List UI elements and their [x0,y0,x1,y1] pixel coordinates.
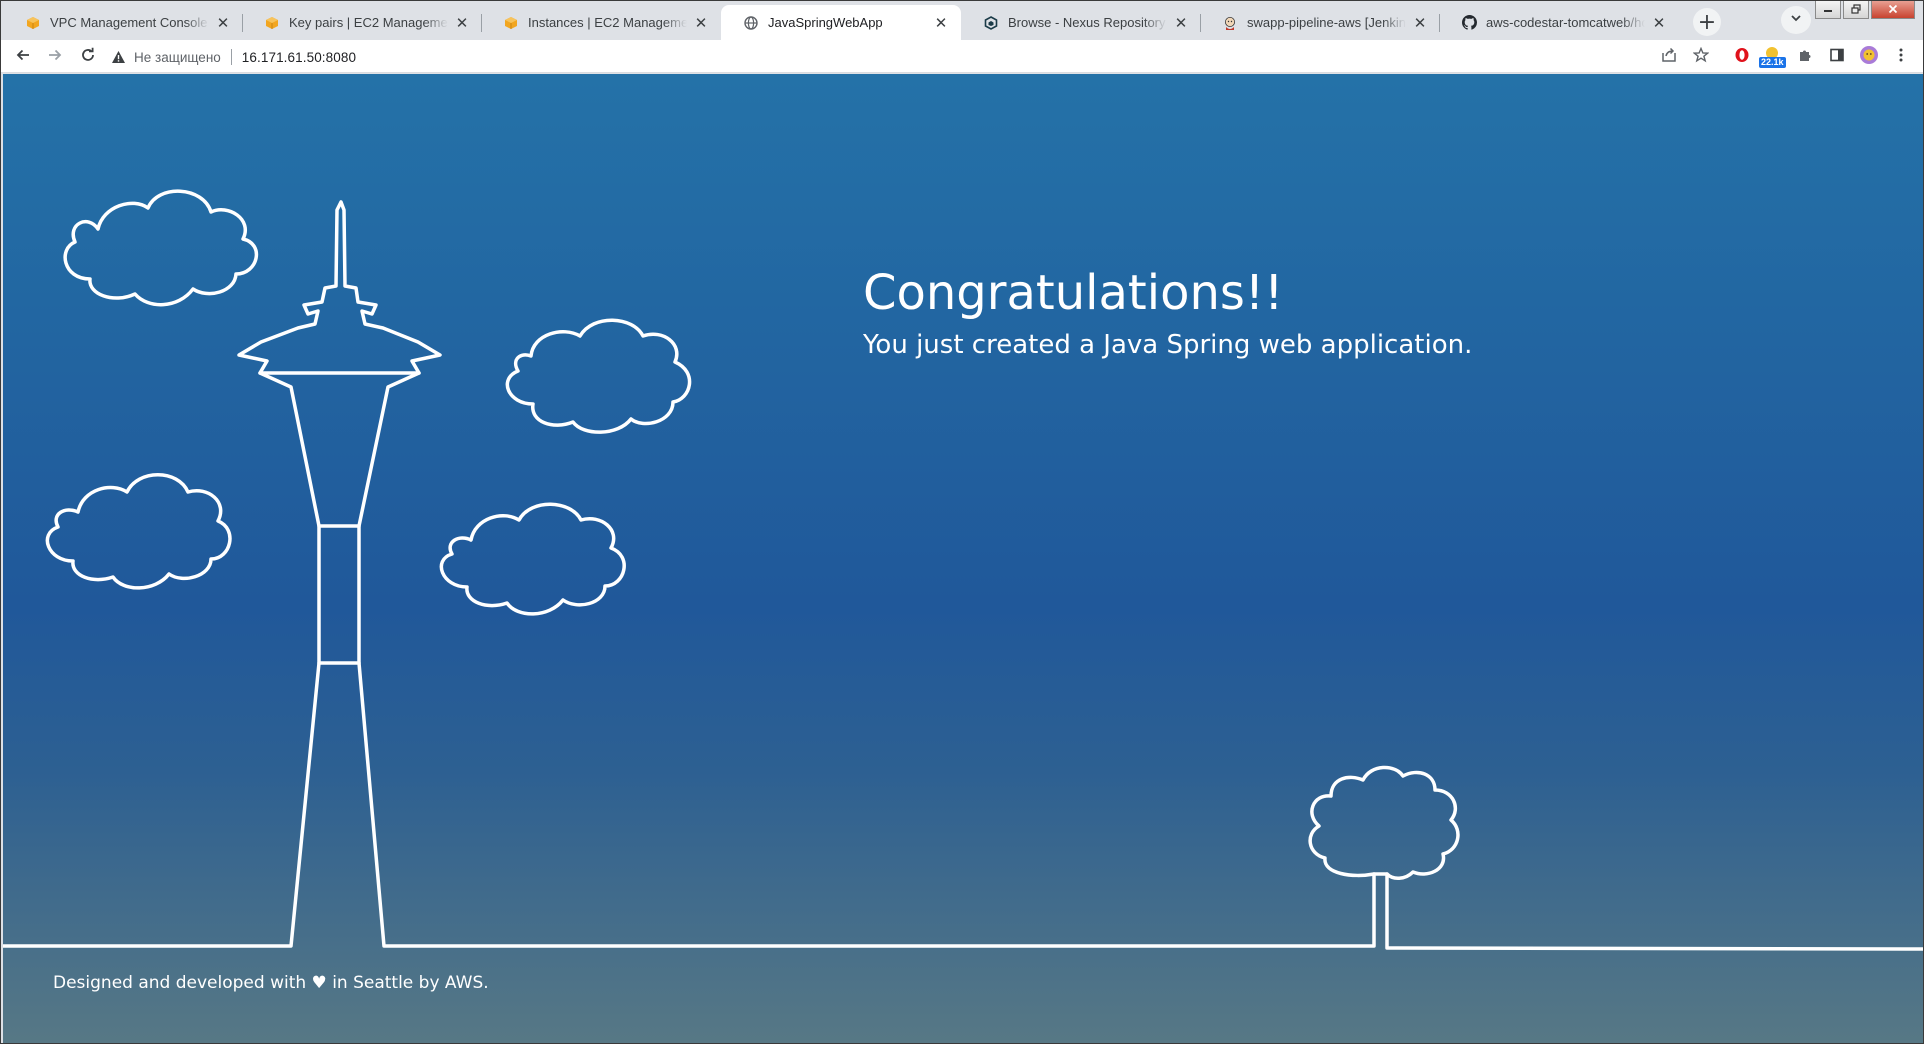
window-controls [1815,1,1915,19]
minimize-button[interactable] [1815,1,1841,19]
opera-icon [1734,47,1750,68]
github-icon [1461,15,1477,31]
tab-title: Browse - Nexus Repository Manager [1008,15,1167,30]
close-icon[interactable]: ✕ [1412,14,1428,32]
web-page: Congratulations!! You just created a Jav… [3,74,1923,1043]
opera-extension-button[interactable] [1729,44,1755,70]
close-icon[interactable]: ✕ [693,14,709,32]
avatar [1859,45,1879,70]
close-icon [1888,1,1898,19]
arrow-right-icon [47,47,63,68]
tab-vpc-console[interactable]: VPC Management Console ✕ [3,5,243,40]
chevron-down-icon [1790,11,1802,29]
aws-box-icon [25,15,41,31]
page-subheadline: You just created a Java Spring web appli… [863,330,1473,360]
globe-icon [743,15,759,31]
arrow-left-icon [15,47,31,68]
tab-search-button[interactable] [1781,6,1811,34]
jenkins-icon [1222,15,1238,31]
cloud [439,502,626,616]
back-button[interactable] [9,43,37,71]
kebab-menu-icon [1898,47,1904,68]
close-window-button[interactable] [1871,1,1915,19]
extensions-button[interactable] [1792,44,1818,70]
new-tab-button[interactable]: + [1693,8,1721,36]
extension-badge-icon: 22.1k [1759,44,1786,70]
tab-key-pairs[interactable]: Key pairs | EC2 Management Console ✕ [242,5,482,40]
side-panel-button[interactable] [1824,44,1850,70]
tab-title: JavaSpringWebApp [768,15,883,30]
tab-jenkins[interactable]: swapp-pipeline-aws [Jenkins] ✕ [1200,5,1440,40]
omnibox-divider [230,49,232,65]
space-needle [258,371,421,665]
tab-github[interactable]: aws-codestar-tomcatweb/hosts at main ✕ [1439,5,1679,40]
forward-button[interactable] [41,43,69,71]
tab-title: VPC Management Console [50,15,208,30]
tab-javaspringwebapp[interactable]: JavaSpringWebApp ✕ [721,5,961,40]
share-button[interactable] [1656,44,1682,70]
browser-toolbar: Не защищено 16.171.61.50:8080 22.1k [1,40,1923,73]
restore-button[interactable] [1843,1,1869,19]
url-text[interactable]: 16.171.61.50:8080 [242,50,356,65]
cloud [505,318,692,434]
tab-strip: VPC Management Console ✕ Key pairs | EC2… [1,1,1923,40]
tab-nexus[interactable]: Browse - Nexus Repository Manager ✕ [961,5,1201,40]
reload-icon [80,47,96,68]
side-panel-icon [1829,47,1845,68]
extension-badge: 22.1k [1759,57,1786,68]
reload-button[interactable] [74,43,102,71]
page-footer: Designed and developed with ♥ in Seattle… [53,973,489,993]
minimize-icon [1823,1,1833,19]
close-icon[interactable]: ✕ [1651,14,1667,32]
seattle-illustration [3,189,1923,951]
ground-line-right [1385,872,1923,951]
nexus-hex-icon [983,15,999,31]
aws-box-icon [264,15,280,31]
bookmark-button[interactable] [1688,44,1714,70]
tab-title: swapp-pipeline-aws [Jenkins] [1247,15,1406,30]
profile-button[interactable] [1856,44,1882,70]
chrome-menu-button[interactable] [1888,44,1914,70]
tab-instances[interactable]: Instances | EC2 Management Console ✕ [481,5,721,40]
restore-icon [1851,1,1861,19]
address-bar[interactable]: Не защищено 16.171.61.50:8080 [111,44,1651,70]
browser-window: VPC Management Console ✕ Key pairs | EC2… [0,0,1924,1044]
close-icon[interactable]: ✕ [454,14,470,32]
page-headline: Congratulations!! [863,265,1284,321]
aws-box-icon [503,15,519,31]
share-icon [1661,47,1677,68]
security-status-label[interactable]: Не защищено [134,50,221,65]
close-icon[interactable]: ✕ [933,14,949,32]
tab-title: Instances | EC2 Management Console [528,15,687,30]
warning-icon[interactable] [111,50,126,64]
counter-extension-button[interactable]: 22.1k [1759,44,1786,70]
tab-title: Key pairs | EC2 Management Console [289,15,448,30]
tab-title: aws-codestar-tomcatweb/hosts at main [1486,15,1645,30]
close-icon[interactable]: ✕ [1173,14,1189,32]
cloud [63,189,259,307]
star-icon [1692,46,1710,68]
tree [1308,765,1460,880]
close-icon[interactable]: ✕ [215,14,231,32]
puzzle-icon [1797,47,1813,68]
cloud [45,473,232,590]
